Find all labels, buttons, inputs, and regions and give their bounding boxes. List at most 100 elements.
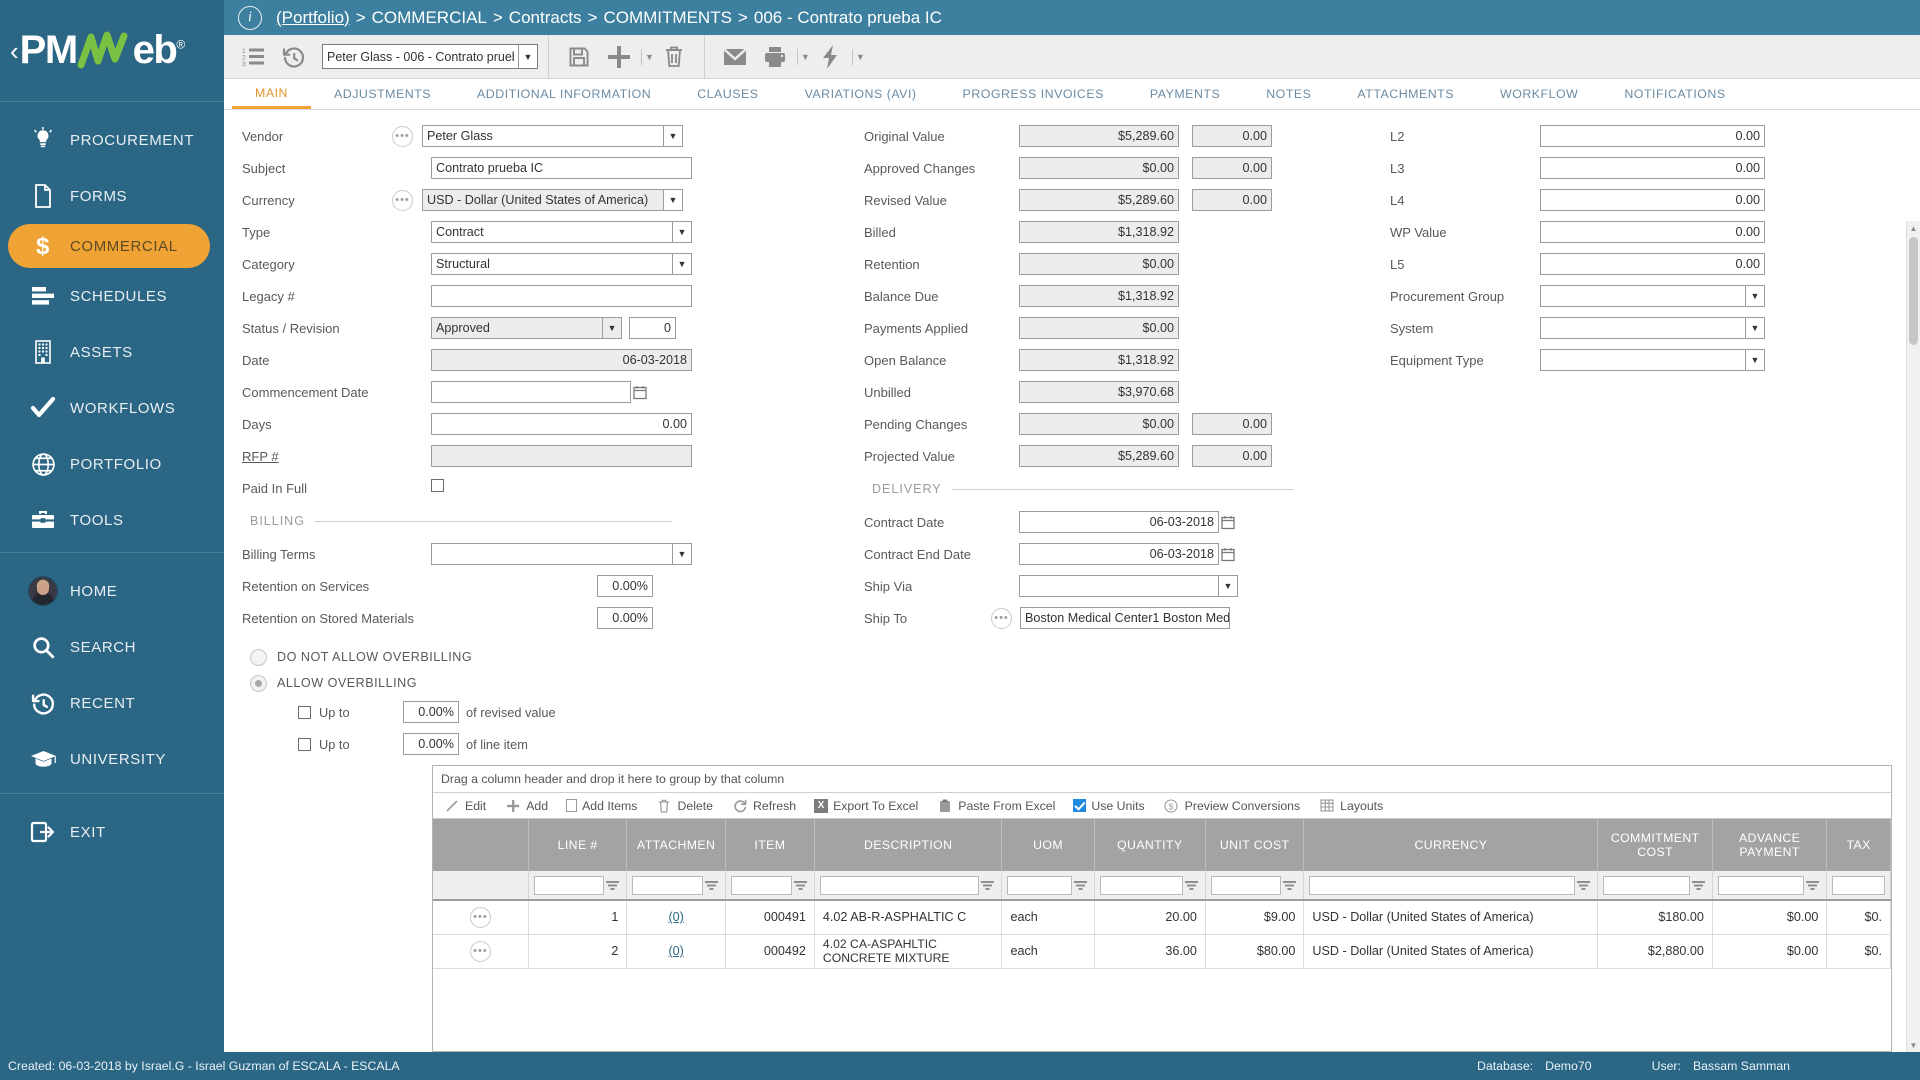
chevron-down-icon[interactable]: ▼ bbox=[603, 317, 622, 339]
pending-changes-input[interactable]: $0.00 bbox=[1019, 413, 1179, 435]
pending-changes-secondary[interactable]: 0.00 bbox=[1192, 413, 1272, 435]
chevron-down-icon[interactable]: ▼ bbox=[1219, 575, 1238, 597]
billing-terms-input[interactable] bbox=[431, 543, 673, 565]
grid-col-commitment-cost[interactable]: COMMITMENT COST bbox=[1597, 819, 1713, 871]
tab-adjustments[interactable]: ADJUSTMENTS bbox=[311, 79, 454, 109]
filter-input-attachments[interactable] bbox=[632, 875, 703, 895]
grid-group-dropzone[interactable]: Drag a column header and drop it here to… bbox=[433, 766, 1891, 793]
chevron-down-icon[interactable]: ▼ bbox=[645, 52, 654, 62]
grid-col-unit-cost[interactable]: UNIT COST bbox=[1205, 819, 1305, 871]
do-not-allow-overbilling-radio[interactable] bbox=[250, 648, 267, 666]
grid-col-quantity[interactable]: QUANTITY bbox=[1094, 819, 1206, 871]
grid-col-tax[interactable]: TAX bbox=[1826, 819, 1891, 871]
breadcrumb-part-contracts[interactable]: Contracts bbox=[509, 8, 582, 28]
vendor-input[interactable]: Peter Glass bbox=[422, 125, 664, 147]
tab-notifications[interactable]: NOTIFICATIONS bbox=[1601, 79, 1748, 109]
option-do-not-allow-overbilling[interactable]: DO NOT ALLOW OVERBILLING bbox=[242, 644, 702, 670]
rfp-input[interactable] bbox=[431, 445, 692, 467]
tab-main[interactable]: MAIN bbox=[232, 79, 311, 109]
grid-preview-conversions-button[interactable]: $ Preview Conversions bbox=[1163, 798, 1300, 813]
subject-input[interactable]: Contrato prueba IC bbox=[431, 157, 692, 179]
l2-input[interactable]: 0.00 bbox=[1540, 125, 1765, 147]
tab-payments[interactable]: PAYMENTS bbox=[1127, 79, 1243, 109]
calendar-icon[interactable] bbox=[631, 385, 649, 400]
ship-via-input[interactable] bbox=[1019, 575, 1219, 597]
table-row[interactable]: ••• 2 (0) 000492 4.02 CA-ASPAHLTIC CONCR… bbox=[433, 934, 1891, 969]
payments-applied-input[interactable]: $0.00 bbox=[1019, 317, 1179, 339]
calendar-icon[interactable] bbox=[1219, 547, 1237, 562]
sidebar-item-procurement[interactable]: PROCUREMENT bbox=[0, 112, 224, 168]
app-logo[interactable]: ‹ PM eb® bbox=[0, 0, 224, 101]
filter-input-description[interactable] bbox=[819, 875, 980, 895]
grid-add-items-button[interactable]: Add Items bbox=[566, 799, 637, 813]
grid-col-uom[interactable]: UOM bbox=[1001, 819, 1095, 871]
upto-revised-checkbox[interactable] bbox=[298, 705, 311, 719]
filter-input-item[interactable] bbox=[730, 875, 792, 895]
filter-icon[interactable] bbox=[1804, 880, 1821, 891]
delete-icon[interactable] bbox=[654, 37, 694, 77]
add-split-button[interactable]: ▼ bbox=[599, 37, 654, 77]
contract-end-date-input[interactable]: 06-03-2018 bbox=[1019, 543, 1219, 565]
grid-edit-button[interactable]: Edit bbox=[443, 798, 486, 813]
rfp-link[interactable]: RFP # bbox=[242, 449, 392, 464]
revision-input[interactable]: 0 bbox=[629, 317, 676, 339]
retention-stored-input[interactable]: 0.00% bbox=[597, 607, 653, 629]
attachments-link[interactable]: (0) bbox=[668, 910, 683, 924]
original-value-secondary[interactable]: 0.00 bbox=[1192, 125, 1272, 147]
sidebar-item-schedules[interactable]: SCHEDULES bbox=[0, 268, 224, 324]
scrollbar-thumb[interactable] bbox=[1909, 237, 1918, 345]
filter-icon[interactable] bbox=[703, 880, 720, 891]
retention-input[interactable]: $0.00 bbox=[1019, 253, 1179, 275]
filter-input-unit-cost[interactable] bbox=[1210, 875, 1282, 895]
filter-icon[interactable] bbox=[792, 880, 809, 891]
attachments-link[interactable]: (0) bbox=[668, 944, 683, 958]
record-selector-input[interactable] bbox=[323, 45, 518, 68]
grid-refresh-button[interactable]: Refresh bbox=[731, 798, 796, 813]
date-input[interactable]: 06-03-2018 bbox=[431, 349, 692, 371]
revised-value-input[interactable]: $5,289.60 bbox=[1019, 189, 1179, 211]
contract-date-input[interactable]: 06-03-2018 bbox=[1019, 511, 1219, 533]
category-input[interactable]: Structural bbox=[431, 253, 673, 275]
chevron-down-icon[interactable]: ▼ bbox=[856, 52, 865, 62]
days-input[interactable]: 0.00 bbox=[431, 413, 692, 435]
original-value-input[interactable]: $5,289.60 bbox=[1019, 125, 1179, 147]
chevron-down-icon[interactable]: ▼ bbox=[664, 189, 683, 211]
sidebar-item-tools[interactable]: TOOLS bbox=[0, 492, 224, 548]
revised-value-secondary[interactable]: 0.00 bbox=[1192, 189, 1272, 211]
billed-input[interactable]: $1,318.92 bbox=[1019, 221, 1179, 243]
chevron-down-icon[interactable]: ▼ bbox=[801, 52, 810, 62]
grid-add-button[interactable]: Add bbox=[504, 798, 548, 813]
filter-icon[interactable] bbox=[979, 880, 996, 891]
row-menu-icon[interactable]: ••• bbox=[469, 940, 491, 962]
retention-services-input[interactable]: 0.00% bbox=[597, 575, 653, 597]
sidebar-item-assets[interactable]: ASSETS bbox=[0, 324, 224, 380]
calendar-icon[interactable] bbox=[1219, 515, 1237, 530]
sidebar-item-portfolio[interactable]: PORTFOLIO bbox=[0, 436, 224, 492]
cell-attachments[interactable]: (0) bbox=[626, 934, 726, 969]
grid-use-units-checkbox[interactable]: Use Units bbox=[1073, 799, 1145, 813]
projected-value-secondary[interactable]: 0.00 bbox=[1192, 445, 1272, 467]
filter-icon[interactable] bbox=[1575, 880, 1592, 891]
grid-col-actions[interactable] bbox=[433, 819, 529, 871]
l5-input[interactable]: 0.00 bbox=[1540, 253, 1765, 275]
list-icon[interactable]: 123 bbox=[234, 37, 274, 77]
sidebar-item-recent[interactable]: RECENT bbox=[0, 675, 224, 731]
grid-col-currency[interactable]: CURRENCY bbox=[1303, 819, 1599, 871]
filter-input-quantity[interactable] bbox=[1099, 875, 1183, 895]
filter-input-commitment-cost[interactable] bbox=[1603, 875, 1690, 895]
sidebar-item-commercial[interactable]: $ COMMERCIAL bbox=[8, 224, 210, 268]
vendor-lookup-icon[interactable]: ••• bbox=[392, 125, 413, 147]
save-icon[interactable] bbox=[559, 37, 599, 77]
info-icon[interactable]: i bbox=[238, 5, 262, 30]
approved-changes-input[interactable]: $0.00 bbox=[1019, 157, 1179, 179]
grid-col-description[interactable]: DESCRIPTION bbox=[814, 819, 1003, 871]
tab-attachments[interactable]: ATTACHMENTS bbox=[1334, 79, 1477, 109]
grid-col-advance-payment[interactable]: ADVANCE PAYMENT bbox=[1712, 819, 1828, 871]
sidebar-item-workflows[interactable]: WORKFLOWS bbox=[0, 380, 224, 436]
filter-icon[interactable] bbox=[1072, 880, 1089, 891]
scroll-up-icon[interactable]: ▲ bbox=[1907, 221, 1920, 235]
chevron-down-icon[interactable]: ▼ bbox=[1746, 285, 1765, 307]
chevron-down-icon[interactable]: ▼ bbox=[1746, 349, 1765, 371]
sidebar-item-forms[interactable]: FORMS bbox=[0, 168, 224, 224]
sidebar-collapse-icon[interactable]: ‹ bbox=[10, 38, 19, 64]
